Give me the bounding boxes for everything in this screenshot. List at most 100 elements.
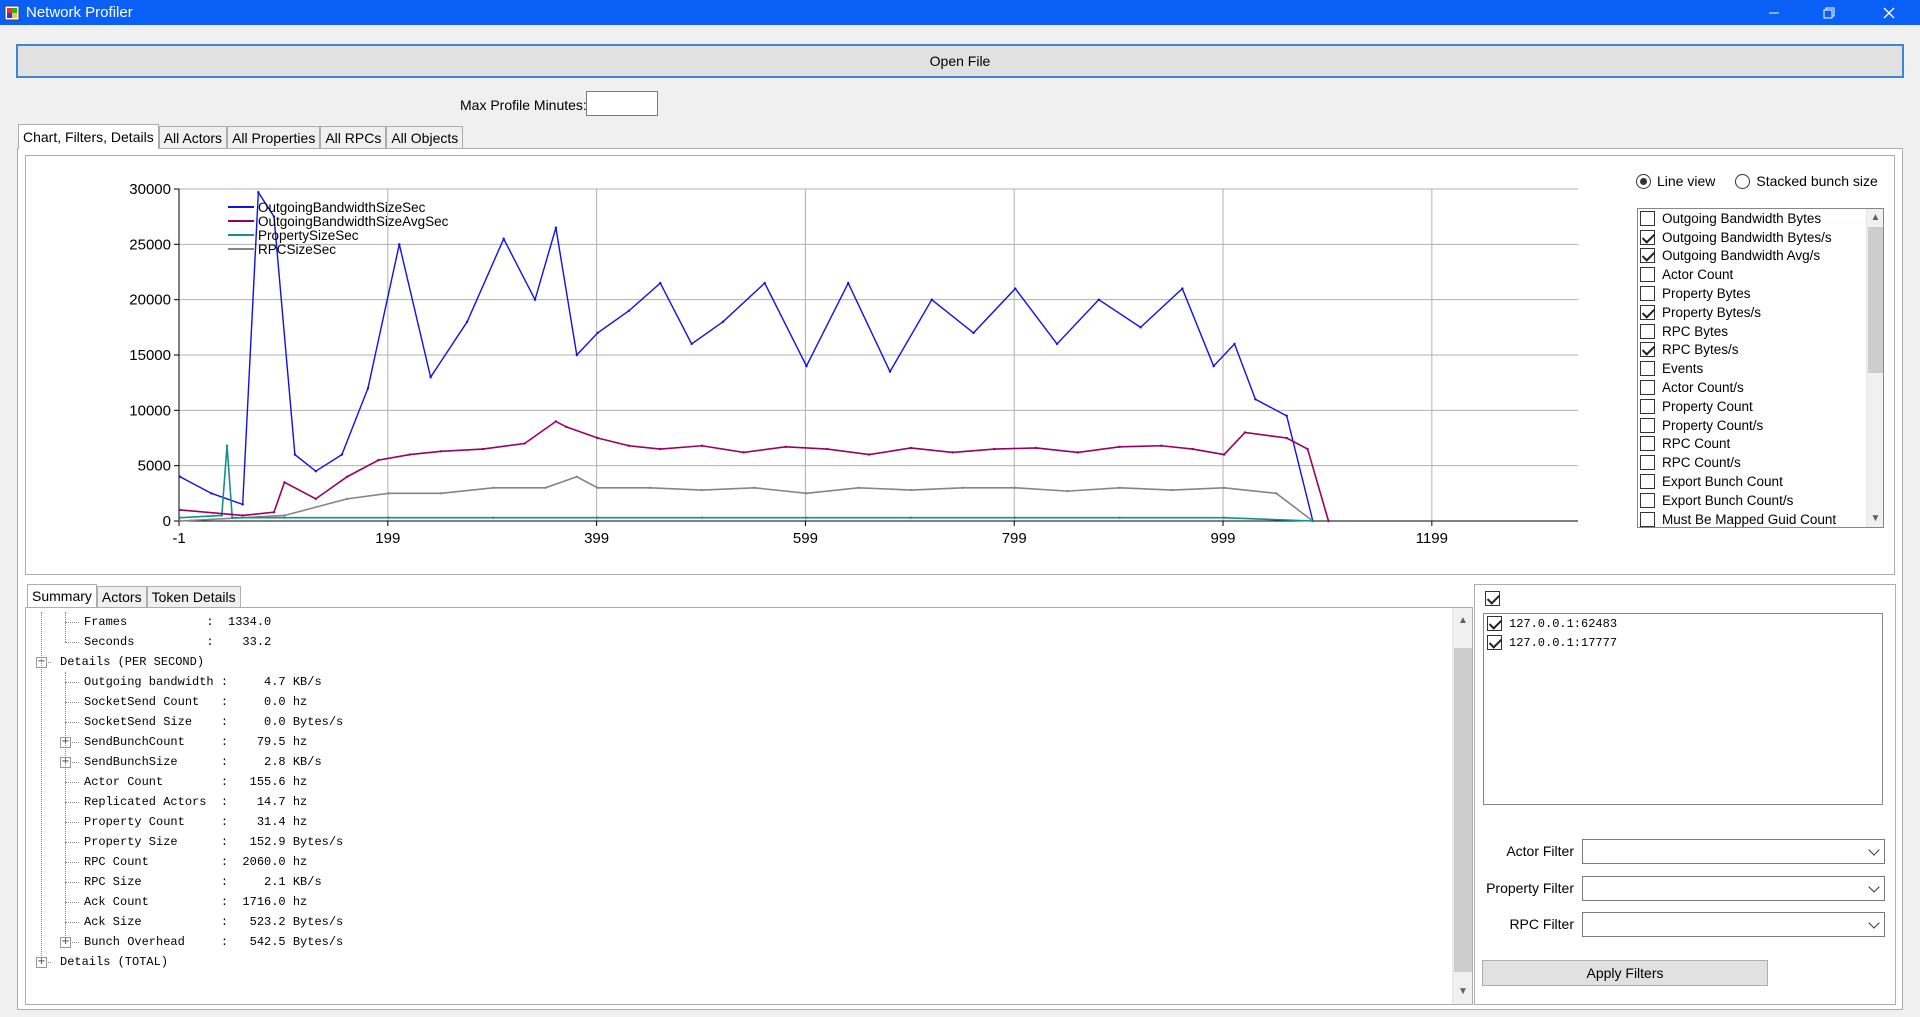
scroll-down-icon[interactable]: ▼ [1867, 510, 1883, 527]
data-point [1191, 447, 1194, 451]
series-checkbox[interactable] [1640, 417, 1655, 433]
data-point [272, 510, 276, 514]
series-option[interactable]: Outgoing Bandwidth Avg/s [1638, 247, 1866, 266]
series-option[interactable]: RPC Count/s [1638, 453, 1866, 472]
summary-row[interactable]: Property Size : 152.9 Bytes/s [84, 832, 343, 852]
series-checkbox[interactable] [1640, 210, 1655, 226]
summary-row[interactable]: Details (PER SECOND) [60, 652, 204, 672]
summary-row[interactable]: Seconds : 33.2 [84, 632, 271, 652]
summary-row[interactable]: Replicated Actors : 14.7 hz [84, 792, 307, 812]
series-checkbox[interactable] [1640, 492, 1655, 508]
series-option[interactable]: Export Bunch Count [1638, 472, 1866, 491]
series-checkbox[interactable] [1640, 304, 1655, 320]
connection-list[interactable]: 127.0.0.1:62483 127.0.0.1:17777 [1483, 613, 1883, 805]
connection-item[interactable]: 127.0.0.1:62483 [1484, 614, 1882, 633]
summary-row[interactable]: Ack Size : 523.2 Bytes/s [84, 912, 343, 932]
summary-row[interactable]: Bunch Overhead : 542.5 Bytes/s [84, 932, 343, 952]
rpc-filter-dropdown[interactable] [1582, 912, 1885, 937]
summary-row[interactable]: Ack Count : 1716.0 hz [84, 892, 307, 912]
data-point [408, 453, 411, 456]
summary-row[interactable]: Frames : 1334.0 [84, 612, 271, 632]
summary-row[interactable]: Actor Count : 155.6 hz [84, 772, 307, 792]
actor-filter-dropdown[interactable] [1582, 839, 1885, 864]
tab-all-actors[interactable]: All Actors [158, 126, 228, 148]
data-point [909, 516, 913, 519]
summary-row[interactable]: RPC Size : 2.1 KB/s [84, 872, 322, 892]
series-option[interactable]: Property Bytes/s [1638, 303, 1866, 322]
series-option[interactable]: Property Bytes [1638, 284, 1866, 303]
series-label: RPC Count/s [1662, 455, 1741, 471]
connection-checkbox[interactable] [1487, 616, 1502, 631]
series-option[interactable]: Actor Count [1638, 265, 1866, 284]
series-checkbox[interactable] [1640, 248, 1655, 264]
minimize-icon[interactable] [1751, 0, 1797, 25]
data-point [1014, 287, 1017, 290]
summary-scrollbar[interactable]: ▲ ▼ [1452, 608, 1472, 1004]
series-option[interactable]: RPC Bytes [1638, 322, 1866, 341]
series-checkbox[interactable] [1640, 267, 1655, 283]
legend-label: PropertySizeSec [258, 228, 359, 243]
series-checkbox[interactable] [1640, 342, 1655, 358]
data-point [387, 516, 391, 519]
scroll-up-icon[interactable]: ▲ [1867, 209, 1883, 226]
apply-filters-button[interactable]: Apply Filters [1482, 960, 1768, 986]
summary-row[interactable]: Details (TOTAL) [60, 952, 168, 972]
tree-connector [65, 902, 79, 903]
series-checkbox[interactable] [1640, 286, 1655, 302]
summary-row[interactable]: RPC Count : 2060.0 hz [84, 852, 307, 872]
series-checkbox[interactable] [1640, 229, 1655, 245]
series-checkbox[interactable] [1640, 380, 1655, 396]
summary-row[interactable]: SocketSend Count : 0.0 hz [84, 692, 307, 712]
series-checkbox[interactable] [1640, 436, 1655, 452]
line-view-radio[interactable] [1636, 173, 1651, 189]
summary-row[interactable]: SocketSend Size : 0.0 Bytes/s [84, 712, 343, 732]
scroll-thumb[interactable] [1868, 227, 1883, 373]
scroll-up-icon[interactable]: ▲ [1453, 612, 1473, 629]
open-file-button[interactable]: Open File [16, 44, 1904, 78]
series-checkbox[interactable] [1640, 361, 1655, 377]
tab-token-details[interactable]: Token Details [146, 586, 241, 607]
tab-chart-filters-details[interactable]: Chart, Filters, Details [18, 124, 159, 149]
series-option[interactable]: Events [1638, 359, 1866, 378]
connection-item[interactable]: 127.0.0.1:17777 [1484, 633, 1882, 652]
series-checkbox[interactable] [1640, 474, 1655, 490]
series-option[interactable]: Property Count/s [1638, 416, 1866, 435]
series-option[interactable]: Must Be Mapped Guid Count [1638, 510, 1866, 527]
series-option[interactable]: Property Count [1638, 397, 1866, 416]
series-option[interactable]: Outgoing Bandwidth Bytes [1638, 209, 1866, 228]
series-option[interactable]: Outgoing Bandwidth Bytes/s [1638, 228, 1866, 247]
close-icon[interactable] [1866, 0, 1912, 25]
series-checklist[interactable]: Outgoing Bandwidth Bytes Outgoing Bandwid… [1637, 208, 1884, 528]
summary-tree[interactable]: Frames : 1334.0 Seconds : 33.2− Details (P… [26, 612, 1451, 984]
series-checkbox[interactable] [1640, 511, 1655, 527]
tab-all-rpcs[interactable]: All RPCs [320, 126, 387, 148]
stacked-bunch-size-radio[interactable] [1735, 173, 1751, 189]
tab-actors[interactable]: Actors [96, 586, 147, 607]
summary-row[interactable]: SendBunchSize : 2.8 KB/s [84, 752, 322, 772]
scroll-down-icon[interactable]: ▼ [1453, 983, 1473, 1000]
summary-row[interactable]: Property Count : 31.4 hz [84, 812, 307, 832]
series-scrollbar[interactable]: ▲ ▼ [1866, 209, 1883, 527]
series-option[interactable]: Actor Count/s [1638, 378, 1866, 397]
data-point [596, 436, 599, 440]
restore-icon[interactable] [1806, 0, 1852, 25]
series-checkbox[interactable] [1640, 398, 1655, 414]
data-point [867, 453, 871, 456]
tab-summary[interactable]: Summary [27, 584, 97, 607]
summary-row[interactable]: Outgoing bandwidth : 4.7 KB/s [84, 672, 322, 692]
y-tick-label: 20000 [129, 292, 171, 309]
tab-all-properties[interactable]: All Properties [227, 126, 321, 148]
summary-row[interactable]: SendBunchCount : 79.5 hz [84, 732, 307, 752]
max-profile-minutes-input[interactable] [586, 91, 658, 116]
data-point [178, 475, 182, 478]
select-all-connections-checkbox[interactable] [1485, 591, 1500, 606]
property-filter-dropdown[interactable] [1582, 876, 1885, 901]
data-point [961, 486, 965, 489]
series-option[interactable]: RPC Bytes/s [1638, 341, 1866, 360]
series-checkbox[interactable] [1640, 323, 1655, 339]
series-option[interactable]: Export Bunch Count/s [1638, 491, 1866, 510]
connection-checkbox[interactable] [1487, 635, 1502, 650]
series-checkbox[interactable] [1640, 455, 1655, 471]
series-option[interactable]: RPC Count [1638, 435, 1866, 454]
tab-all-objects[interactable]: All Objects [386, 126, 464, 148]
